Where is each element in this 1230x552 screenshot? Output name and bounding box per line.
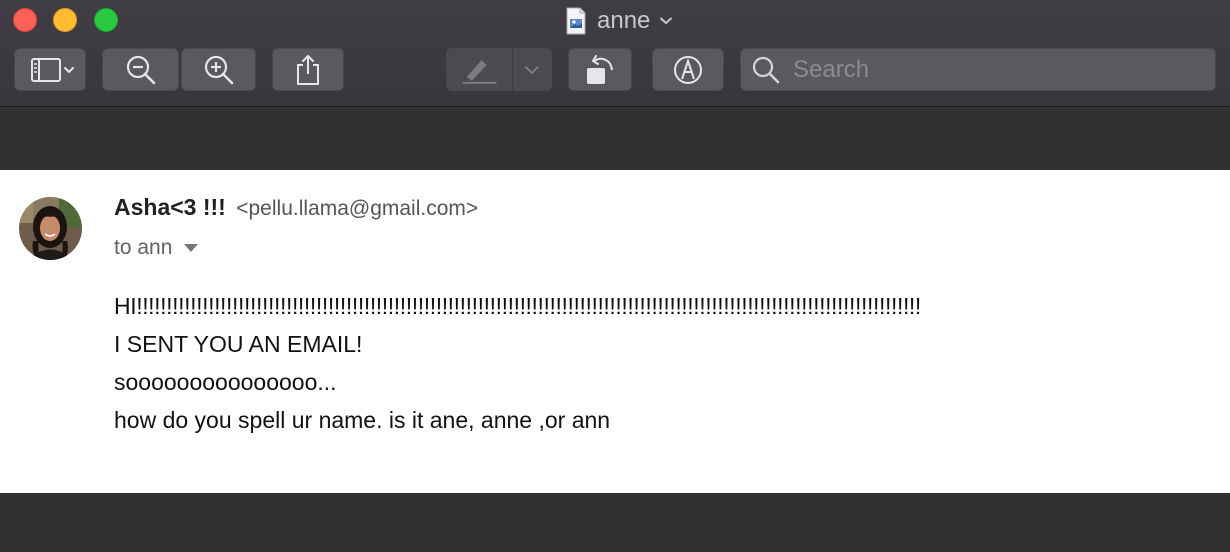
share-icon: [297, 54, 319, 85]
recipient-text: to ann: [114, 236, 173, 259]
close-window-button[interactable]: [13, 8, 37, 32]
minimize-window-button[interactable]: [53, 8, 77, 32]
zoom-out-button[interactable]: [102, 48, 179, 91]
sender-email: <pellu.llama@gmail.com>: [236, 197, 479, 220]
email-body-line: HI!!!!!!!!!!!!!!!!!!!!!!!!!!!!!!!!!!!!!!…: [114, 293, 921, 319]
maximize-window-button[interactable]: [94, 8, 118, 32]
recipient-line: to ann: [114, 236, 199, 260]
markup-pen-icon: [674, 55, 702, 84]
sender-avatar: [19, 197, 82, 260]
sidebar-toggle-button[interactable]: [14, 48, 86, 91]
email-body-line: sooooooooooooooo...: [114, 369, 337, 395]
chevron-down-icon[interactable]: [513, 53, 551, 87]
recipient-details-caret-icon[interactable]: [184, 244, 199, 252]
zoom-in-icon: [204, 55, 233, 84]
chevron-down-icon[interactable]: [658, 13, 674, 29]
window-title[interactable]: anne: [565, 4, 674, 38]
markup-button[interactable]: [652, 48, 724, 91]
preview-window: anne Search Asha<3 !!! <pellu.llama@gmai…: [0, 0, 1230, 552]
sender-name: Asha<3 !!!: [114, 194, 226, 220]
zoom-out-icon: [126, 55, 155, 84]
zoom-in-button[interactable]: [181, 48, 256, 91]
title-bar: anne: [0, 0, 1230, 107]
window-title-text: anne: [597, 7, 651, 34]
highlighter-icon: [462, 59, 497, 84]
search-icon: [752, 56, 780, 83]
rotate-button[interactable]: [568, 48, 632, 91]
preview-document-icon: [566, 7, 586, 35]
email-body-line: I SENT YOU AN EMAIL!: [114, 331, 363, 357]
window-background: [0, 493, 1230, 552]
email-body: HI!!!!!!!!!!!!!!!!!!!!!!!!!!!!!!!!!!!!!!…: [114, 287, 921, 439]
highlight-button[interactable]: [446, 48, 552, 91]
rotate-left-icon: [587, 54, 613, 84]
search-input[interactable]: [791, 54, 1195, 85]
search-field[interactable]: [740, 48, 1216, 91]
email-body-line: how do you spell ur name. is it ane, ann…: [114, 407, 611, 433]
share-button[interactable]: [272, 48, 344, 91]
sidebar-icon: [31, 57, 74, 82]
sender-line: Asha<3 !!! <pellu.llama@gmail.com>: [114, 194, 478, 221]
document-page: Asha<3 !!! <pellu.llama@gmail.com> to an…: [0, 170, 1230, 493]
